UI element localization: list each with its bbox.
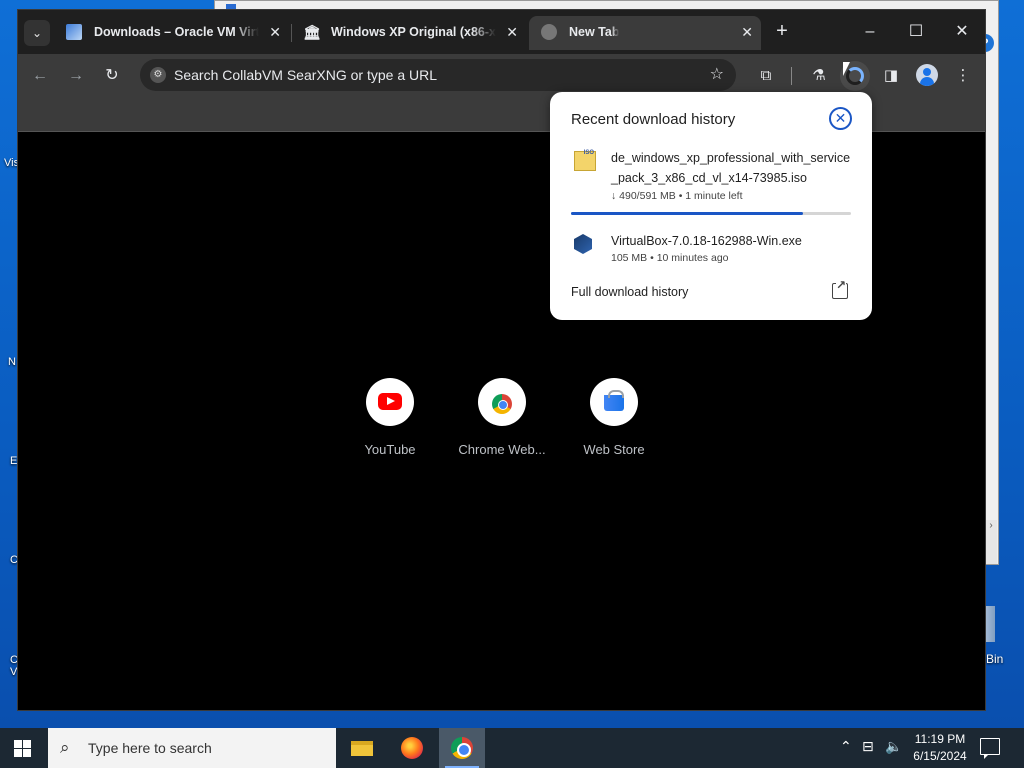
- omnibox-placeholder: Search CollabVM SearXNG or type a URL: [174, 67, 437, 83]
- maximize-button[interactable]: ☐: [901, 20, 931, 44]
- full-download-history-link[interactable]: Full download history: [571, 285, 688, 299]
- open-external-icon[interactable]: [832, 279, 848, 299]
- windows-logo-icon: [14, 740, 22, 748]
- chevron-down-icon: ⌄: [31, 26, 43, 40]
- close-icon[interactable]: ✕: [506, 16, 518, 48]
- download-file-name: VirtualBox-7.0.18-162988-Win.exe: [611, 234, 802, 248]
- forward-button[interactable]: →: [64, 64, 88, 88]
- download-progress-bar: [571, 212, 851, 215]
- tab-strip: ⌄ Downloads – Oracle VM Virtua ✕ 🏛 Windo…: [18, 10, 985, 54]
- new-tab-button[interactable]: +: [770, 20, 794, 44]
- back-arrow-icon: ←: [32, 67, 48, 84]
- download-meta: ↓ 490/591 MB • 1 minute left: [611, 190, 743, 202]
- close-popup-button[interactable]: ✕: [829, 107, 852, 130]
- youtube-icon: [378, 393, 402, 410]
- toolbar-separator: [791, 67, 792, 85]
- taskbar-chrome[interactable]: [439, 728, 485, 768]
- reload-button[interactable]: ↻: [100, 64, 124, 88]
- close-icon[interactable]: ✕: [269, 16, 281, 48]
- taskbar-search-box[interactable]: ⌕ Type here to search: [48, 728, 336, 768]
- desktop-icon-label[interactable]: N: [8, 356, 16, 368]
- window-close-button[interactable]: ✕: [947, 20, 977, 44]
- download-item-virtualbox[interactable]: VirtualBox-7.0.18-162988-Win.exe 105 MB …: [550, 231, 872, 271]
- close-icon[interactable]: ✕: [741, 16, 753, 48]
- clock-date: 6/15/2024: [913, 749, 967, 763]
- popup-title: Recent download history: [571, 111, 736, 128]
- tab-downloads[interactable]: Downloads – Oracle VM Virtua ✕: [54, 16, 289, 50]
- globe-icon: [541, 24, 557, 40]
- chrome-icon: [451, 737, 473, 759]
- recycle-bin-label[interactable]: Bin: [986, 652, 1003, 666]
- firefox-icon: [401, 737, 423, 759]
- search-engine-icon: ⚙: [150, 67, 166, 83]
- tab-title: Downloads – Oracle VM Virtua: [94, 25, 259, 39]
- tab-title: New Tab: [569, 25, 620, 39]
- background-window-scrollbar[interactable]: ›: [985, 520, 997, 564]
- file-explorer-icon: [351, 741, 373, 756]
- tab-windows-xp[interactable]: 🏛 Windows XP Original (x86-x64 ✕: [291, 16, 526, 50]
- mouse-cursor-icon: [842, 61, 851, 77]
- download-history-popup: Recent download history ✕ de_windows_xp_…: [550, 92, 872, 320]
- reload-icon: ↻: [105, 67, 119, 84]
- extensions-icon[interactable]: ⧉: [754, 64, 778, 88]
- clock-time: 11:19 PM: [914, 732, 966, 746]
- taskbar: ⌕ Type here to search ⌃ ⊟ 🔈 11:19 PM 6/1…: [0, 728, 1024, 768]
- taskbar-firefox[interactable]: [389, 728, 435, 768]
- iso-file-icon: [574, 150, 596, 171]
- download-file-name: de_windows_xp_professional_with_service_…: [611, 151, 851, 185]
- shortcut-chrome-web[interactable]: Chrome Web...: [452, 378, 552, 457]
- taskbar-search-placeholder: Type here to search: [88, 740, 212, 756]
- shortcut-label: Chrome Web...: [458, 442, 546, 457]
- taskbar-file-explorer[interactable]: [339, 728, 385, 768]
- minimize-button[interactable]: –: [855, 20, 885, 44]
- show-hidden-icons-chevron-up-icon[interactable]: ⌃: [840, 738, 852, 755]
- virtualbox-installer-icon: [574, 234, 592, 254]
- shortcut-youtube[interactable]: YouTube: [340, 378, 440, 457]
- archive-org-icon: 🏛: [303, 24, 321, 40]
- web-store-icon: [604, 390, 624, 411]
- shortcut-label: YouTube: [364, 442, 416, 457]
- profile-avatar[interactable]: [916, 64, 938, 86]
- chrome-web-icon: [492, 394, 512, 414]
- bookmark-star-icon[interactable]: ☆: [710, 59, 724, 91]
- tab-search-button[interactable]: ⌄: [24, 20, 50, 46]
- search-icon: ⌕: [60, 738, 70, 757]
- notification-center-icon[interactable]: [980, 738, 1000, 759]
- network-icon[interactable]: ⊟: [862, 738, 874, 755]
- system-clock[interactable]: 11:19 PM 6/15/2024: [905, 731, 975, 765]
- download-item-iso[interactable]: de_windows_xp_professional_with_service_…: [550, 148, 872, 218]
- start-button[interactable]: [14, 740, 31, 757]
- shortcut-label: Web Store: [583, 442, 645, 457]
- tab-new-tab[interactable]: New Tab ✕: [529, 16, 761, 50]
- tab-title: Windows XP Original (x86-x64: [331, 25, 496, 39]
- menu-kebab-icon[interactable]: ⋮: [951, 64, 975, 88]
- volume-muted-icon[interactable]: 🔈: [885, 738, 902, 755]
- download-meta: 105 MB • 10 minutes ago: [611, 252, 729, 264]
- labs-flask-icon[interactable]: ⚗: [807, 64, 831, 88]
- shortcut-web-store[interactable]: Web Store: [564, 378, 664, 457]
- side-panel-icon[interactable]: ◨: [879, 64, 903, 88]
- omnibox[interactable]: ⚙ Search CollabVM SearXNG or type a URL …: [140, 59, 736, 91]
- back-button[interactable]: ←: [28, 64, 52, 88]
- virtualbox-icon: [66, 24, 82, 40]
- download-progress-fill: [571, 212, 804, 215]
- forward-arrow-icon: →: [68, 67, 84, 84]
